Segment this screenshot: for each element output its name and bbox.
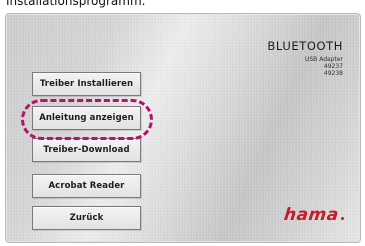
page: Installationsprogramm. Treiber Installie… [0, 0, 365, 246]
product-details: USB Adapter 49237 49238 [305, 56, 343, 77]
product-line-1: USB Adapter [304, 56, 343, 63]
installer-panel: Treiber Installieren Anleitung anzeigen … [5, 13, 361, 243]
install-driver-button[interactable]: Treiber Installieren [32, 72, 141, 96]
product-line-3: 49238 [323, 70, 343, 77]
hama-logo: hama [283, 205, 344, 225]
back-button[interactable]: Zurück [32, 206, 141, 230]
caption-text: Installationsprogramm. [6, 0, 146, 8]
hama-logo-text: hama [283, 205, 341, 225]
acrobat-reader-button[interactable]: Acrobat Reader [32, 174, 141, 198]
hama-logo-dot [341, 217, 344, 220]
driver-download-button[interactable]: Treiber-Download [32, 138, 141, 162]
product-title: BLUETOOTH [267, 39, 343, 53]
product-line-2: 49237 [323, 63, 343, 70]
show-manual-button[interactable]: Anleitung anzeigen [32, 106, 141, 130]
